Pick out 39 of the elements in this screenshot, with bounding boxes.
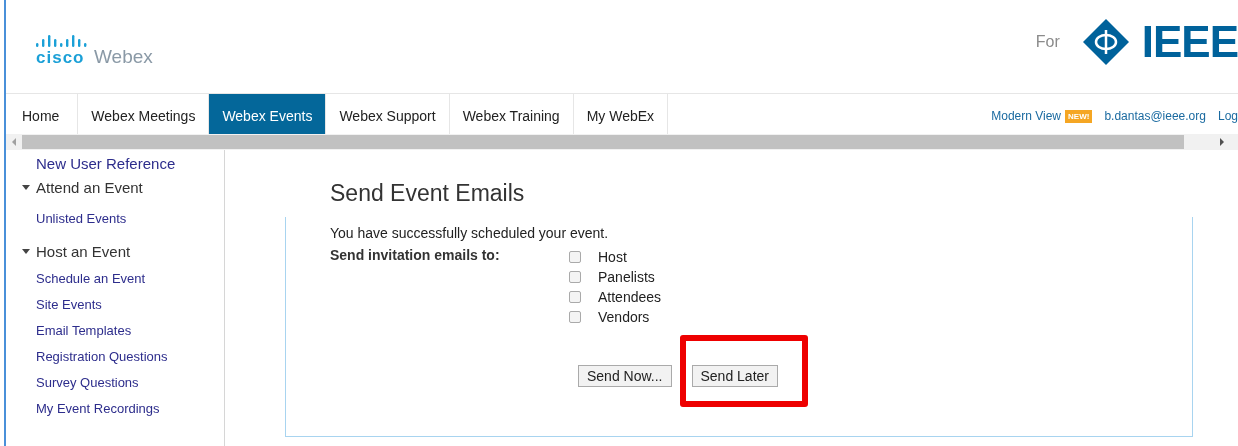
scroll-left-icon[interactable] xyxy=(12,138,16,146)
partner-label: For xyxy=(1035,32,1060,51)
checkbox[interactable] xyxy=(569,311,581,323)
checkbox[interactable] xyxy=(569,251,581,263)
horizontal-scrollbar[interactable] xyxy=(6,134,1238,150)
header-link[interactable]: Log xyxy=(1217,109,1238,123)
scroll-right-icon[interactable] xyxy=(1220,138,1224,146)
recipients-label: Send invitation emails to: xyxy=(330,247,501,265)
checkbox-label: Attendees xyxy=(598,289,662,305)
checkbox[interactable] xyxy=(569,291,581,303)
caret-icon[interactable] xyxy=(22,184,30,190)
sidebar-group[interactable]: Host an Event xyxy=(36,242,131,260)
sidebar-link[interactable]: New User Reference xyxy=(36,154,224,174)
action-button[interactable]: Send Later xyxy=(691,365,778,387)
sidebar-link[interactable]: Schedule an Event xyxy=(36,266,224,292)
checkbox[interactable] xyxy=(569,271,581,283)
success-message: You have successfully scheduled your event. xyxy=(330,225,610,241)
sidebar-link[interactable]: Registration Questions xyxy=(36,344,224,370)
caret-icon[interactable] xyxy=(22,248,30,254)
header-link[interactable]: b.dantas@ieee.org xyxy=(1104,109,1206,123)
sidebar-link[interactable]: Survey Questions xyxy=(36,370,224,396)
sidebar-group[interactable]: Attend an Event xyxy=(36,178,143,196)
action-button[interactable]: Send Now... xyxy=(578,365,672,387)
nav-tab[interactable]: Webex Events xyxy=(209,94,327,134)
diamond-icon xyxy=(1081,17,1130,66)
new-badge: NEW! xyxy=(1065,109,1093,123)
page-title: Send Event Emails xyxy=(330,180,526,207)
header-link[interactable]: Modern View xyxy=(991,109,1062,123)
sidebar-link[interactable]: Unlisted Events xyxy=(36,206,224,232)
partner-name: IEEE xyxy=(1141,19,1238,64)
checkbox-label: Vendors xyxy=(598,309,650,325)
sidebar-link[interactable]: My Event Recordings xyxy=(36,396,224,422)
checkbox-label: Host xyxy=(598,249,627,265)
checkbox-label: Panelists xyxy=(598,269,655,285)
bars-icon xyxy=(36,34,88,47)
product-name: Webex xyxy=(94,46,153,67)
logo-wordmark: cisco xyxy=(36,48,85,67)
sidebar-link[interactable]: Email Templates xyxy=(36,318,224,344)
sidebar-link[interactable]: Site Events xyxy=(36,292,224,318)
